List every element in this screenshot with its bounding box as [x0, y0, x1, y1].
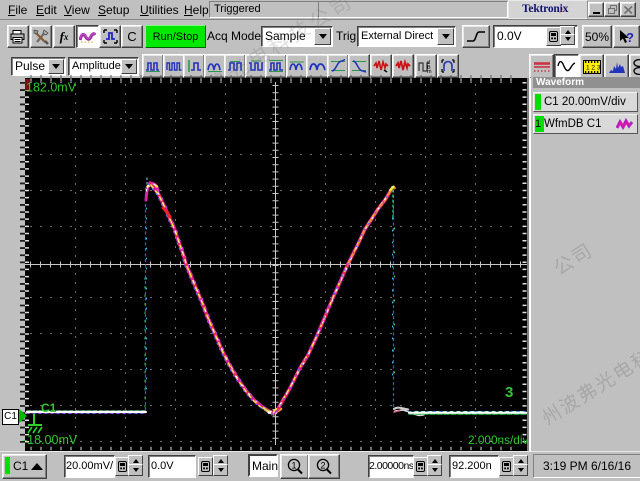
svg-text:-18.00mV: -18.00mV — [23, 433, 78, 447]
svg-text:3: 3 — [505, 384, 513, 401]
svg-text:?: ? — [626, 30, 634, 45]
svg-text:2.000ns/div: 2.000ns/div — [468, 433, 528, 447]
svg-text:C1: C1 — [41, 401, 57, 415]
svg-text:m: m — [427, 69, 432, 73]
svg-text:1: 1 — [291, 461, 296, 471]
svg-text:1 2 3: 1 2 3 — [586, 64, 601, 71]
svg-text:182.0mV: 182.0mV — [26, 81, 77, 95]
svg-text:2: 2 — [321, 461, 326, 471]
